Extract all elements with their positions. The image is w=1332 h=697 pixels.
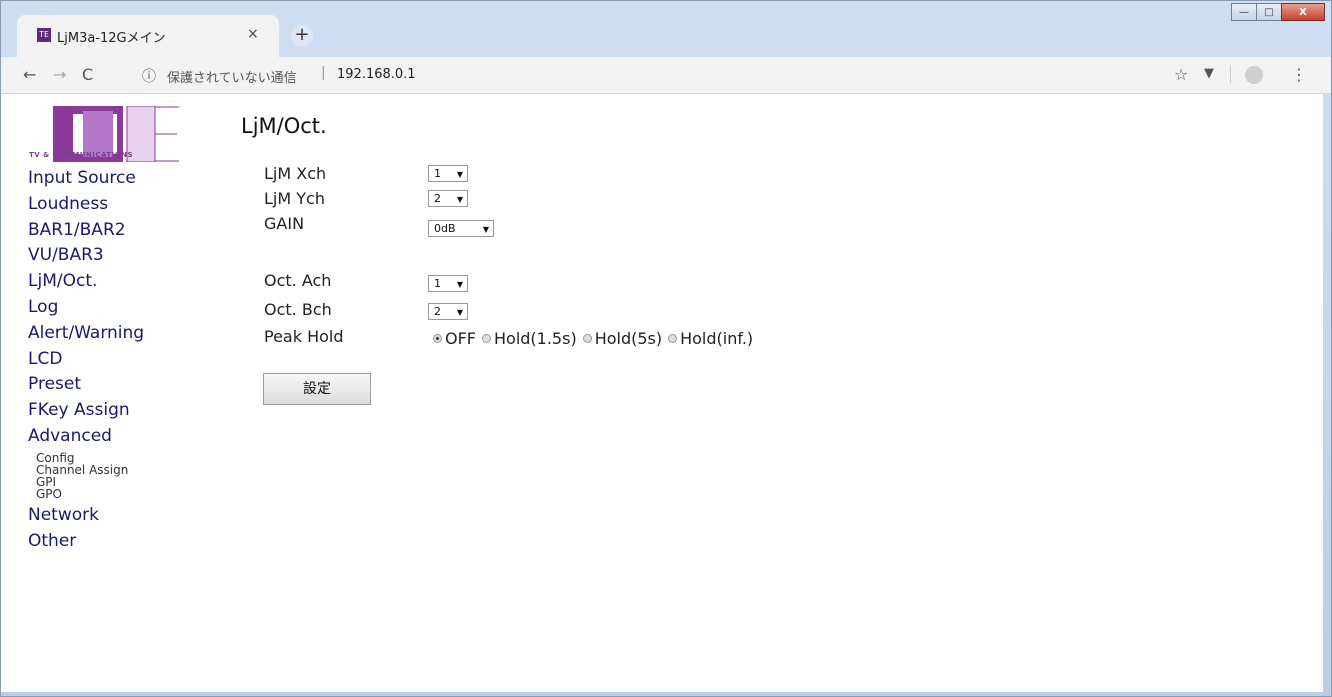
- tab-title: LjM3a-12Gメイン: [57, 31, 166, 46]
- radio-button[interactable]: [582, 334, 592, 343]
- chevron-down-icon: ▼: [456, 280, 463, 289]
- nav-preset[interactable]: Preset: [28, 372, 218, 398]
- page-content: TV & COMMUNICATIONS Input Source Loudnes…: [1, 94, 1323, 692]
- new-tab-button[interactable]: +: [291, 25, 313, 47]
- tab-close-icon[interactable]: ×: [247, 26, 259, 42]
- forward-arrow-icon[interactable]: →: [53, 65, 66, 84]
- browser-window: TE LjM3a-12Gメイン × + — □ X ← → C ⓘ 保護されてい…: [0, 0, 1332, 697]
- maximize-button[interactable]: □: [1256, 3, 1282, 21]
- nav-vu-bar3[interactable]: VU/BAR3: [28, 243, 218, 269]
- chevron-down-icon: ▼: [482, 225, 489, 234]
- security-warning[interactable]: 保護されていない通信: [167, 67, 297, 86]
- peak-hold-1-5s-label: Hold(1.5s): [494, 329, 577, 348]
- nav-log[interactable]: Log: [28, 295, 218, 321]
- gain-value: 0dB: [434, 222, 456, 235]
- oct-bch-value: 2: [434, 305, 441, 318]
- peak-hold-option-1-5s[interactable]: Hold(1.5s): [482, 329, 577, 348]
- nav-bar1-bar2[interactable]: BAR1/BAR2: [28, 218, 218, 244]
- peak-hold-inf-label: Hold(inf.): [680, 329, 754, 348]
- radio-button[interactable]: [668, 334, 678, 343]
- sidebar-nav: Input Source Loudness BAR1/BAR2 VU/BAR3 …: [28, 166, 218, 554]
- peak-hold-option-inf[interactable]: Hold(inf.): [668, 329, 753, 348]
- advanced-submenu: Config Channel Assign GPI GPO: [28, 452, 218, 500]
- subnav-config[interactable]: Config: [36, 452, 218, 464]
- browser-toolbar: ← → C ⓘ 保護されていない通信 | 192.168.0.1 ☆ ▼ ⋮: [1, 57, 1331, 94]
- oct-ach-value: 1: [434, 277, 441, 290]
- nav-fkey-assign[interactable]: FKey Assign: [28, 398, 218, 424]
- subnav-gpo[interactable]: GPO: [36, 488, 218, 500]
- subnav-channel-assign[interactable]: Channel Assign: [36, 464, 218, 476]
- title-bar: TE LjM3a-12Gメイン × + — □ X: [1, 1, 1331, 57]
- ljm-xch-value: 1: [434, 167, 441, 180]
- nav-input-source[interactable]: Input Source: [28, 166, 218, 192]
- radio-button[interactable]: [482, 334, 491, 343]
- logo-tagline: TV & COMMUNICATIONS: [29, 151, 134, 159]
- ljm-xch-label: LjM Xch: [264, 164, 327, 183]
- nav-other[interactable]: Other: [28, 529, 218, 555]
- toolbar-divider: [1230, 65, 1231, 83]
- subnav-gpi[interactable]: GPI: [36, 476, 218, 488]
- peak-hold-label: Peak Hold: [264, 327, 344, 346]
- gain-label: GAIN: [264, 214, 305, 233]
- ljm-xch-select[interactable]: 1 ▼: [428, 165, 468, 182]
- settings-submit-button[interactable]: 設定: [263, 373, 371, 405]
- reload-icon[interactable]: C: [82, 65, 93, 84]
- oct-ach-select[interactable]: 1 ▼: [428, 275, 468, 292]
- favicon-icon: TE: [37, 28, 51, 42]
- peak-hold-option-off[interactable]: OFF: [433, 329, 476, 348]
- radio-button-checked[interactable]: [433, 334, 442, 343]
- chevron-down-icon: ▼: [456, 308, 463, 317]
- ljm-ych-value: 2: [434, 192, 441, 205]
- peak-hold-off-label: OFF: [445, 329, 476, 348]
- nav-loudness[interactable]: Loudness: [28, 192, 218, 218]
- address-bar-url[interactable]: 192.168.0.1: [337, 67, 416, 82]
- back-arrow-icon[interactable]: ←: [23, 65, 36, 84]
- extension-icon[interactable]: ▼: [1204, 66, 1214, 81]
- ljm-ych-select[interactable]: 2 ▼: [428, 190, 468, 207]
- chevron-down-icon: ▼: [456, 170, 463, 179]
- window-controls: — □ X: [1231, 3, 1325, 23]
- peak-hold-option-5s[interactable]: Hold(5s): [582, 329, 663, 348]
- profile-avatar-icon[interactable]: [1245, 66, 1263, 84]
- chevron-down-icon: ▼: [456, 195, 463, 204]
- omnibox-separator: |: [321, 65, 326, 81]
- browser-menu-icon[interactable]: ⋮: [1291, 65, 1307, 84]
- nav-lcd[interactable]: LCD: [28, 347, 218, 373]
- minimize-button[interactable]: —: [1231, 3, 1257, 21]
- peak-hold-radio-group: OFF Hold(1.5s) Hold(5s) Hold(inf.): [433, 329, 759, 348]
- nav-network[interactable]: Network: [28, 503, 218, 529]
- nav-ljm-oct[interactable]: LjM/Oct.: [28, 269, 218, 295]
- info-icon[interactable]: ⓘ: [142, 66, 156, 86]
- ljm-ych-label: LjM Ych: [264, 189, 325, 208]
- nav-alert-warning[interactable]: Alert/Warning: [28, 321, 218, 347]
- nav-advanced[interactable]: Advanced: [28, 424, 218, 450]
- gain-select[interactable]: 0dB ▼: [428, 220, 494, 237]
- close-window-button[interactable]: X: [1281, 3, 1325, 21]
- browser-tab[interactable]: TE LjM3a-12Gメイン ×: [17, 15, 279, 57]
- peak-hold-5s-label: Hold(5s): [594, 329, 663, 348]
- oct-bch-select[interactable]: 2 ▼: [428, 303, 468, 320]
- bookmark-star-icon[interactable]: ☆: [1174, 65, 1188, 84]
- oct-bch-label: Oct. Bch: [264, 300, 332, 319]
- page-title: LjM/Oct.: [241, 114, 327, 138]
- oct-ach-label: Oct. Ach: [264, 271, 332, 290]
